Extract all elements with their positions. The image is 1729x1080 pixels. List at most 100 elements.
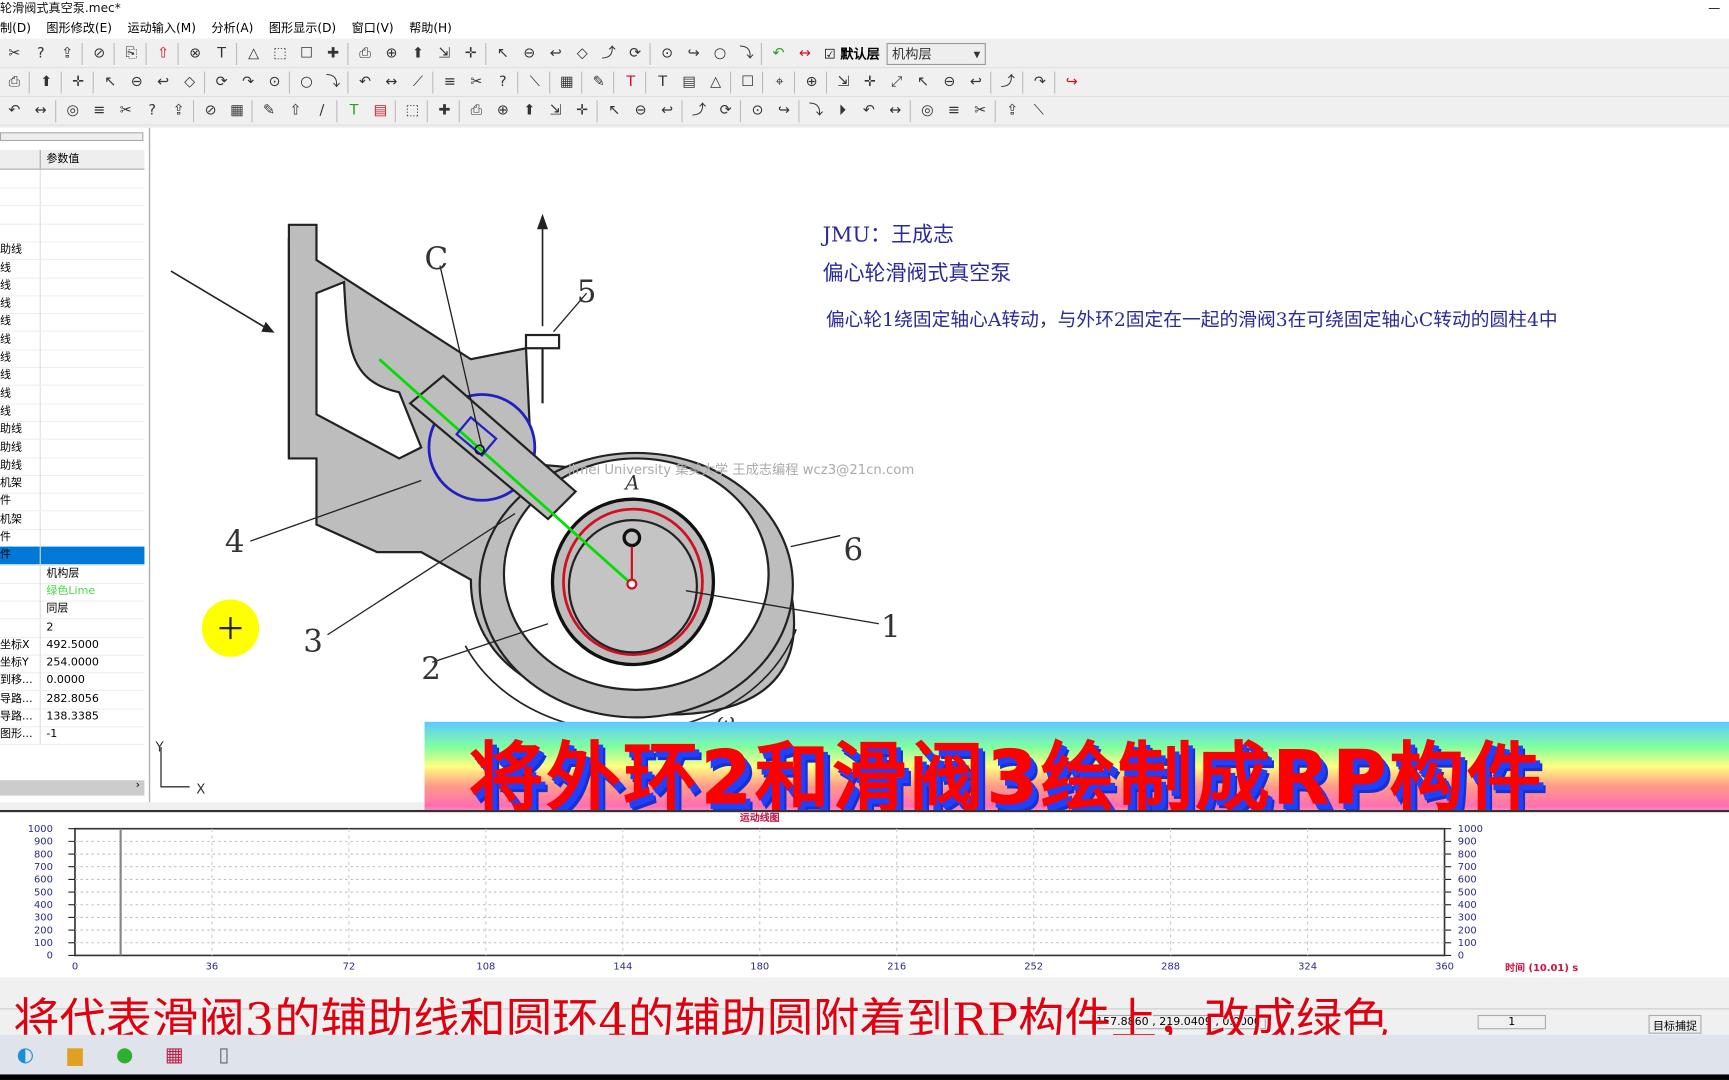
triangle-icon[interactable]: ○ (294, 70, 318, 94)
property-row[interactable]: 线 (0, 259, 145, 279)
slider-icon[interactable]: ↖ (98, 70, 122, 94)
property-row[interactable]: 线 (0, 403, 145, 422)
pentagon-icon[interactable]: ▦ (555, 70, 579, 94)
edit-a-icon[interactable]: ↪ (681, 41, 705, 65)
link2-icon[interactable]: ↶ (353, 70, 377, 94)
tt-icon[interactable]: ↪ (1060, 70, 1084, 94)
brush-icon[interactable]: ⇪ (1000, 99, 1024, 123)
edit-b-icon[interactable]: ○ (708, 41, 732, 65)
strike-icon[interactable]: ≡ (942, 99, 966, 123)
property-row[interactable]: 线 (0, 277, 145, 297)
minimize-icon[interactable]: — (1708, 0, 1720, 17)
film-icon[interactable]: ☐ (736, 70, 760, 94)
property-row[interactable]: 机架 (0, 475, 145, 494)
stroke-icon[interactable]: ✎ (587, 70, 611, 94)
cut-icon[interactable]: ✂ (2, 41, 26, 65)
property-row[interactable]: 坐标X 492.5000 (0, 636, 145, 656)
property-row[interactable]: 线 (0, 367, 145, 387)
zoom-in-icon[interactable]: ⬆ (406, 41, 430, 65)
play-icon[interactable]: ↷ (1028, 70, 1052, 94)
scissors-icon[interactable]: ⌖ (767, 70, 791, 94)
notepad-icon[interactable]: ▯ (210, 1041, 239, 1070)
apple-icon[interactable]: ∕ (310, 99, 334, 123)
ring-d-icon[interactable]: ⤴ (687, 99, 711, 123)
gear-c-icon[interactable]: ⊙ (262, 70, 286, 94)
angle-icon[interactable]: ✚ (321, 41, 345, 65)
check-red-icon[interactable]: ▤ (368, 99, 392, 123)
circle-b-icon[interactable]: ≡ (87, 99, 111, 123)
polygon-icon[interactable]: ⟍ (523, 70, 547, 94)
property-row[interactable]: 线 (0, 331, 145, 351)
circle-c-icon[interactable]: ✂ (114, 99, 138, 123)
property-row[interactable]: 件 (0, 546, 145, 566)
property-row[interactable]: 同层 (0, 600, 145, 620)
menu-item[interactable]: 窗口(V) (352, 18, 394, 39)
text-icon[interactable]: T (619, 70, 643, 94)
drawing-canvas[interactable]: C A 1 2 3 4 5 6 ω Jimei University 集美大学 … (151, 127, 1729, 803)
grid2-icon[interactable]: ↶ (857, 99, 881, 123)
menu-item[interactable]: 图形显示(D) (269, 18, 336, 39)
rack-icon[interactable]: ◇ (178, 70, 202, 94)
property-row[interactable]: 线 (0, 385, 145, 404)
pen-icon[interactable]: T (651, 70, 675, 94)
property-row[interactable]: 助线 (0, 457, 145, 476)
property-row[interactable]: 坐标Y 254.0000 (0, 654, 145, 674)
whats-this-icon[interactable]: ⬚ (268, 41, 292, 65)
snap-b-icon[interactable]: ⊕ (491, 99, 515, 123)
property-row[interactable]: 导路... 282.8056 (0, 690, 145, 710)
menu-item[interactable]: 制(D) (0, 18, 31, 39)
curve-b-icon[interactable]: ▦ (225, 99, 249, 123)
image-icon[interactable]: ✂ (968, 99, 992, 123)
property-row[interactable]: 助线 (0, 241, 145, 261)
property-row[interactable]: 件 (0, 528, 145, 548)
hand-icon[interactable]: ⇧ (283, 99, 307, 123)
gear-b-icon[interactable]: ↷ (236, 70, 260, 94)
target-icon[interactable]: ✎ (257, 99, 281, 123)
default-layer-checkbox[interactable]: ☑ 默认层 (819, 41, 884, 65)
output-icon[interactable]: ⟳ (623, 41, 647, 65)
property-row[interactable]: 2 (0, 618, 145, 638)
mirror-icon[interactable]: ⤢ (884, 70, 908, 94)
trim-icon[interactable]: ⊖ (937, 70, 961, 94)
frame-icon[interactable]: ⬚ (400, 99, 424, 123)
arc-b-icon[interactable]: ⇪ (167, 99, 191, 123)
property-row[interactable]: 件 (0, 493, 145, 512)
edit-c-icon[interactable]: ⤵ (734, 41, 758, 65)
redo-icon[interactable]: ⇧ (151, 41, 175, 65)
property-row[interactable]: 机架 (0, 510, 145, 530)
ground-icon[interactable]: ↩ (151, 70, 175, 94)
gear-a-icon[interactable]: ⟳ (210, 70, 234, 94)
cam-b-icon[interactable]: ✂ (464, 70, 488, 94)
menu-item[interactable]: 帮助(H) (409, 18, 452, 39)
snap-e-icon[interactable]: ✛ (570, 99, 594, 123)
grid-icon[interactable]: ⏵ (830, 99, 854, 123)
menu-item[interactable]: 运动输入(M) (127, 18, 195, 39)
zoom-window-icon[interactable]: ⊕ (379, 41, 403, 65)
v-icon[interactable]: ↔ (29, 99, 53, 123)
snap-mode[interactable]: 目标捕捉 (1648, 1014, 1702, 1034)
table-icon[interactable]: ⟍ (1027, 99, 1051, 123)
property-row[interactable]: 助线 (0, 439, 145, 458)
help-icon[interactable]: △ (241, 41, 265, 65)
property-row[interactable]: 导路... 138.3385 (0, 708, 145, 728)
zoom-prev-icon[interactable]: ✛ (459, 41, 483, 65)
menu-item[interactable]: 分析(A) (211, 18, 253, 39)
snap-c-icon[interactable]: ⬆ (517, 99, 541, 123)
upload-icon[interactable]: ◇ (570, 41, 594, 65)
edit-box-icon[interactable]: ◎ (915, 99, 939, 123)
cross-icon[interactable]: △ (704, 70, 728, 94)
extend-icon[interactable]: ↩ (964, 70, 988, 94)
ring-a-icon[interactable]: ↖ (602, 99, 626, 123)
property-row[interactable]: 助线 (0, 421, 145, 440)
zoom-out-icon[interactable]: ⇲ (432, 41, 456, 65)
arrow-left-icon[interactable]: ⊙ (655, 41, 679, 65)
move-icon[interactable]: ⇲ (831, 70, 855, 94)
fork-icon[interactable]: ? (491, 70, 515, 94)
curve-a-icon[interactable]: ⊘ (198, 99, 222, 123)
ring-g-icon[interactable]: ↪ (772, 99, 796, 123)
property-row[interactable] (0, 205, 145, 225)
red-link-icon[interactable]: ↔ (793, 41, 817, 65)
node-icon[interactable]: ⊕ (799, 70, 823, 94)
zoom-all-icon[interactable]: ⎙ (353, 41, 377, 65)
export-icon[interactable]: ↩ (544, 41, 568, 65)
